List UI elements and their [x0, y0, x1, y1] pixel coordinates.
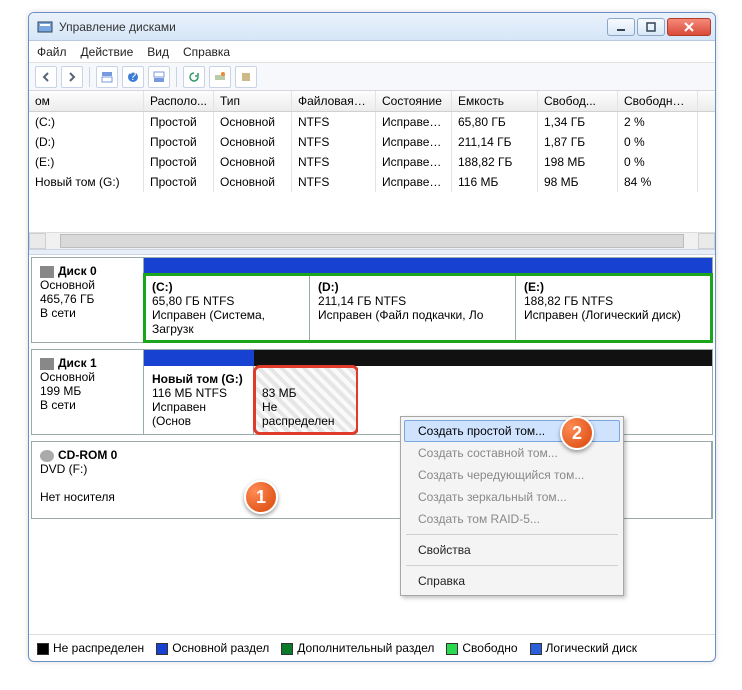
disk-1-header: Диск 1 Основной 199 МБ В сети: [32, 350, 144, 434]
toolbar: ?: [29, 63, 715, 91]
col-status[interactable]: Состояние: [376, 91, 452, 111]
disk-0-row[interactable]: Диск 0 Основной 465,76 ГБ В сети (C:) 65…: [31, 257, 713, 343]
disk-0-stripe: [144, 258, 712, 274]
refresh-button[interactable]: [183, 66, 205, 88]
column-headers[interactable]: ом Располо... Тип Файловая с... Состояни…: [29, 91, 715, 112]
menu-help[interactable]: Справка: [404, 570, 620, 592]
col-free[interactable]: Свобод...: [538, 91, 618, 111]
maximize-button[interactable]: [637, 18, 665, 36]
callout-badge-1: 1: [244, 480, 278, 514]
window-title: Управление дисками: [59, 20, 605, 34]
volume-row[interactable]: (C:)ПростойОсновнойNTFSИсправен...65,80 …: [29, 112, 715, 132]
titlebar[interactable]: Управление дисками: [29, 13, 715, 41]
col-layout[interactable]: Располо...: [144, 91, 214, 111]
menu-create-striped-volume: Создать чередующийся том...: [404, 464, 620, 486]
unallocated-space[interactable]: 83 МБ Не распределен: [254, 366, 358, 434]
app-icon: [37, 19, 53, 35]
menu-action[interactable]: Действие: [81, 45, 134, 59]
col-freepct[interactable]: Свободно %: [618, 91, 698, 111]
h-scrollbar[interactable]: [29, 232, 715, 249]
col-type[interactable]: Тип: [214, 91, 292, 111]
legend: Не распределен Основной раздел Дополните…: [29, 634, 715, 661]
disk-icon: [40, 266, 54, 278]
view-bottom-button[interactable]: [148, 66, 170, 88]
cdrom-icon: [40, 450, 54, 462]
forward-button[interactable]: [61, 66, 83, 88]
volume-list: ом Располо... Тип Файловая с... Состояни…: [29, 91, 715, 249]
partition-d[interactable]: (D:) 211,14 ГБ NTFS Исправен (Файл подка…: [310, 274, 516, 342]
svg-text:?: ?: [130, 71, 137, 83]
menu-properties[interactable]: Свойства: [404, 539, 620, 561]
menu-view[interactable]: Вид: [147, 45, 169, 59]
col-capacity[interactable]: Емкость: [452, 91, 538, 111]
settings-button[interactable]: [235, 66, 257, 88]
minimize-button[interactable]: [607, 18, 635, 36]
menu-help[interactable]: Справка: [183, 45, 230, 59]
partition-g[interactable]: Новый том (G:) 116 МБ NTFS Исправен (Осн…: [144, 366, 254, 434]
disk-icon: [40, 358, 54, 370]
scroll-right[interactable]: [698, 233, 715, 249]
volume-row[interactable]: (D:)ПростойОсновнойNTFSИсправен...211,14…: [29, 132, 715, 152]
partition-e[interactable]: (E:) 188,82 ГБ NTFS Исправен (Логический…: [516, 274, 712, 342]
back-button[interactable]: [35, 66, 57, 88]
callout-badge-2: 2: [560, 416, 594, 450]
rescan-button[interactable]: [209, 66, 231, 88]
view-top-button[interactable]: [96, 66, 118, 88]
menu-file[interactable]: Файл: [37, 45, 67, 59]
help-icon[interactable]: ?: [122, 66, 144, 88]
scroll-left[interactable]: [29, 233, 46, 249]
disk-0-header: Диск 0 Основной 465,76 ГБ В сети: [32, 258, 144, 342]
menubar: Файл Действие Вид Справка: [29, 41, 715, 63]
col-volume[interactable]: ом: [29, 91, 144, 111]
volume-row[interactable]: (E:)ПростойОсновнойNTFSИсправен...188,82…: [29, 152, 715, 172]
close-button[interactable]: [667, 18, 711, 36]
col-fs[interactable]: Файловая с...: [292, 91, 376, 111]
volume-row[interactable]: Новый том (G:)ПростойОсновнойNTFSИсправе…: [29, 172, 715, 192]
menu-create-mirrored-volume: Создать зеркальный том...: [404, 486, 620, 508]
partition-c[interactable]: (C:) 65,80 ГБ NTFS Исправен (Система, За…: [144, 274, 310, 342]
menu-create-raid5-volume: Создать том RAID-5...: [404, 508, 620, 530]
scroll-thumb[interactable]: [60, 234, 684, 248]
